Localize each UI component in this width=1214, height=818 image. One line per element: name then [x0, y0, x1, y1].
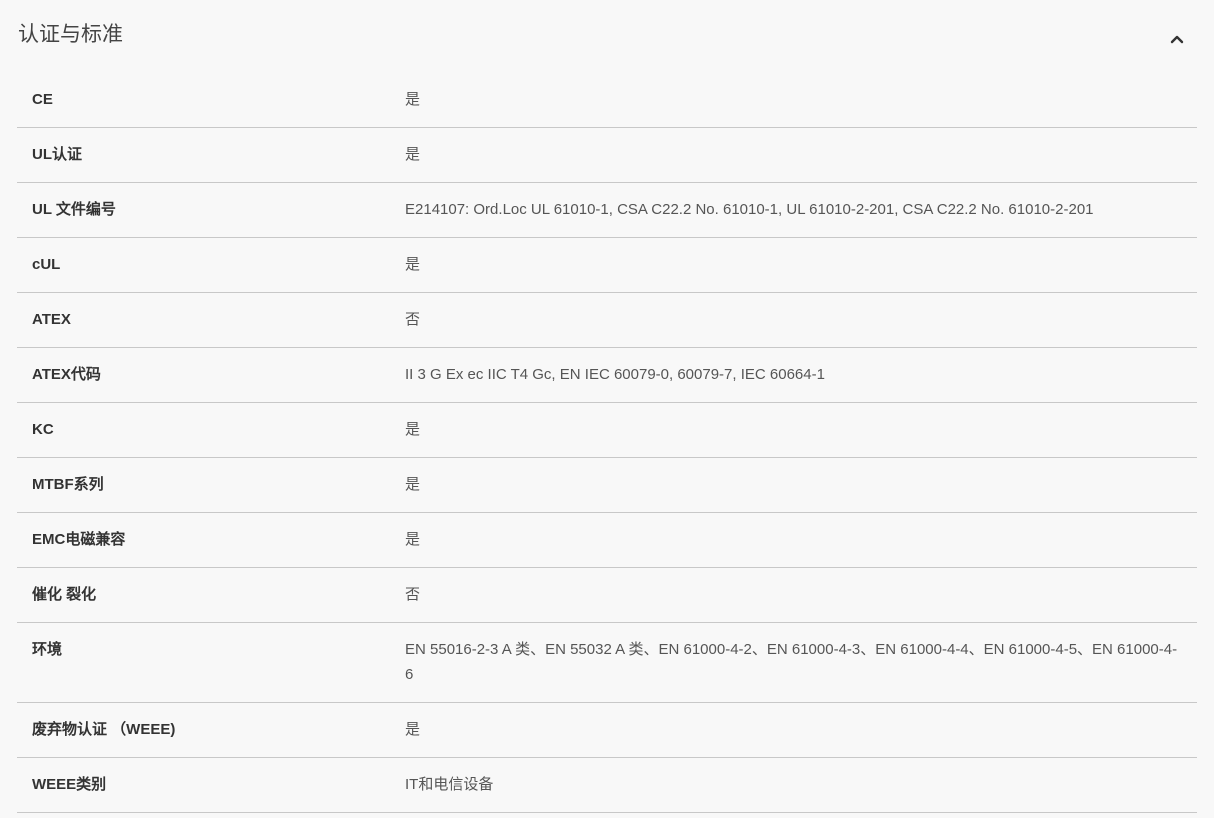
- spec-row-atex: ATEX 否: [17, 293, 1197, 348]
- spec-value: II 3 G Ex ec IIC T4 Gc, EN IEC 60079-0, …: [405, 366, 825, 383]
- spec-value: 否: [405, 586, 421, 603]
- spec-row-kc: KC 是: [17, 403, 1197, 458]
- spec-row-atex-code: ATEX代码 II 3 G Ex ec IIC T4 Gc, EN IEC 60…: [17, 348, 1197, 403]
- spec-value: 是: [405, 91, 421, 108]
- spec-row-catalytic-cracking: 催化 裂化 否: [17, 568, 1197, 623]
- spec-label: cUL: [32, 256, 61, 273]
- spec-label: 废弃物认证 （WEEE): [32, 721, 176, 738]
- spec-label: EMC电磁兼容: [32, 531, 126, 548]
- spec-row-ul-file-number: UL 文件编号 E214107: Ord.Loc UL 61010-1, CSA…: [17, 183, 1197, 238]
- spec-value: 是: [405, 421, 421, 438]
- spec-value: 是: [405, 531, 421, 548]
- spec-row-weee-category: WEEE类别 IT和电信设备: [17, 758, 1197, 813]
- spec-label: ATEX: [32, 311, 71, 328]
- spec-label: ATEX代码: [32, 366, 101, 383]
- spec-label: UL认证: [32, 146, 82, 163]
- spec-label: UL 文件编号: [32, 201, 116, 218]
- spec-row-mtbf: MTBF系列 是: [17, 458, 1197, 513]
- spec-label: CE: [32, 91, 53, 108]
- spec-value: 是: [405, 721, 421, 738]
- certifications-section: 认证与标准 CE 是 UL认证 是 UL 文件编号 E214107: Ord.L…: [0, 0, 1214, 818]
- spec-row-ul: UL认证 是: [17, 128, 1197, 183]
- spec-row-ce: CE 是: [17, 73, 1197, 128]
- spec-value: 是: [405, 256, 421, 273]
- spec-value: 否: [405, 311, 421, 328]
- spec-label: 环境: [32, 641, 63, 658]
- spec-row-environment: 环境 EN 55016-2-3 A 类、EN 55032 A 类、EN 6100…: [17, 623, 1197, 703]
- spec-value: E214107: Ord.Loc UL 61010-1, CSA C22.2 N…: [405, 201, 1094, 218]
- spec-label: WEEE类别: [32, 776, 107, 793]
- spec-label: KC: [32, 421, 54, 438]
- spec-value: 是: [405, 476, 421, 493]
- spec-value: EN 55016-2-3 A 类、EN 55032 A 类、EN 61000-4…: [405, 641, 1178, 683]
- spec-row-weee: 废弃物认证 （WEEE) 是: [17, 703, 1197, 758]
- spec-row-emc: EMC电磁兼容 是: [17, 513, 1197, 568]
- collapse-button[interactable]: [1162, 24, 1192, 54]
- chevron-up-icon: [1170, 35, 1184, 44]
- spec-row-cul: cUL 是: [17, 238, 1197, 293]
- section-header[interactable]: 认证与标准: [0, 0, 1214, 72]
- section-title: 认证与标准: [18, 23, 123, 46]
- spec-value: 是: [405, 146, 421, 163]
- spec-table: CE 是 UL认证 是 UL 文件编号 E214107: Ord.Loc UL …: [17, 73, 1197, 813]
- spec-value: IT和电信设备: [405, 776, 494, 793]
- spec-label: MTBF系列: [32, 476, 104, 493]
- spec-label: 催化 裂化: [32, 586, 97, 603]
